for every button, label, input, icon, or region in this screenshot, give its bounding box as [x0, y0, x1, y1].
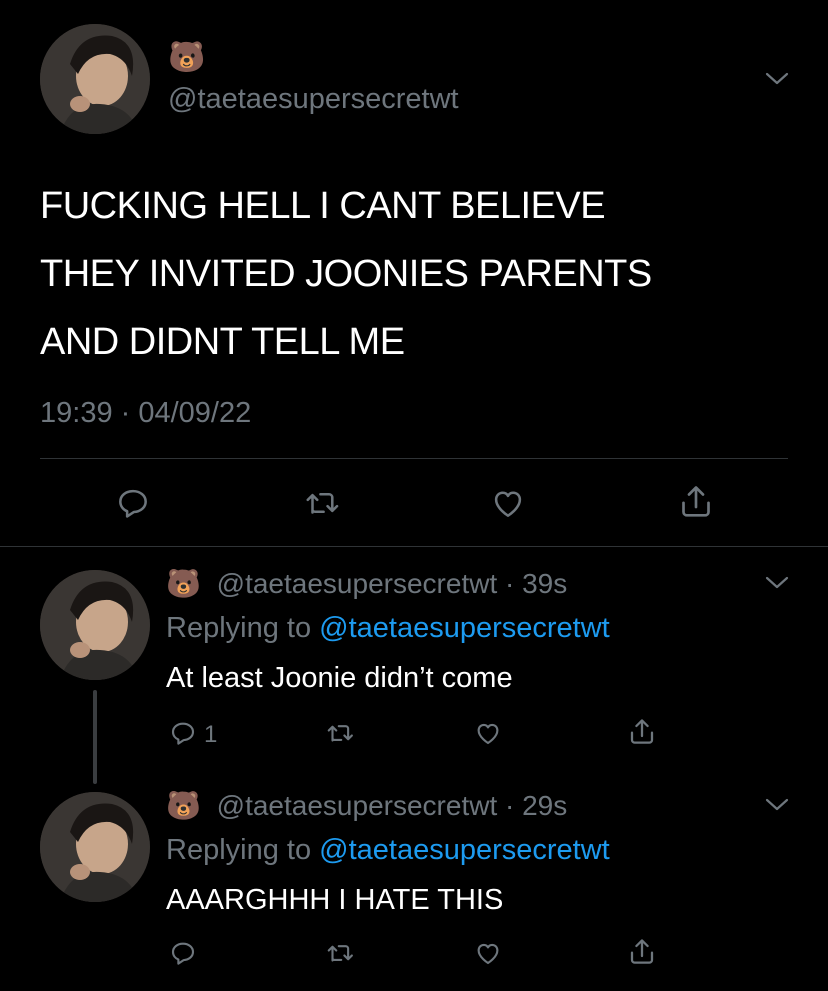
- reply-text: AAARGHHH I HATE THIS: [166, 884, 504, 916]
- avatar-photo: [40, 792, 150, 902]
- reply-icon[interactable]: [168, 718, 198, 748]
- like-icon[interactable]: [472, 718, 504, 748]
- retweet-icon[interactable]: [324, 718, 356, 748]
- reply-time: · 29s: [505, 790, 568, 821]
- display-name: 🐻: [166, 790, 201, 821]
- display-name: 🐻: [168, 41, 206, 74]
- handle[interactable]: @taetaesupersecretwt: [217, 790, 498, 821]
- tweet-text: FUCKING HELL I CANT BELIEVE THEY INVITED…: [40, 172, 652, 376]
- reply-header: 🐻 @taetaesupersecretwt · 39s: [166, 566, 567, 602]
- reply-header: 🐻 @taetaesupersecretwt · 29s: [166, 788, 567, 824]
- share-icon[interactable]: [626, 716, 658, 748]
- display-name: 🐻: [166, 568, 201, 599]
- section-divider: [0, 546, 828, 547]
- retweet-icon[interactable]: [302, 484, 342, 522]
- replying-to-link[interactable]: @taetaesupersecretwt: [319, 834, 610, 866]
- reply-icon[interactable]: [114, 484, 152, 522]
- tweet-text-line: THEY INVITED JOONIES PARENTS: [40, 253, 652, 295]
- replying-to: Replying to @taetaesupersecretwt: [166, 610, 610, 646]
- thread-line: [93, 690, 97, 784]
- chevron-down-icon[interactable]: [762, 790, 792, 820]
- chevron-down-icon[interactable]: [762, 64, 792, 94]
- share-icon[interactable]: [626, 936, 658, 968]
- tweet-text-line: AND DIDNT TELL ME: [40, 321, 405, 363]
- reply-text: At least Joonie didn’t come: [166, 662, 513, 694]
- avatar[interactable]: [40, 570, 150, 680]
- retweet-icon[interactable]: [324, 938, 356, 968]
- reply-icon[interactable]: [168, 938, 198, 968]
- replying-to-link[interactable]: @taetaesupersecretwt: [319, 612, 610, 644]
- replying-to-label: Replying to: [166, 612, 320, 644]
- reply-time: · 39s: [505, 568, 568, 599]
- avatar-photo: [40, 24, 150, 134]
- avatar[interactable]: [40, 24, 150, 134]
- chevron-down-icon[interactable]: [762, 568, 792, 598]
- timestamp[interactable]: 19:39 · 04/09/22: [40, 396, 251, 430]
- share-icon[interactable]: [676, 482, 716, 522]
- tweet-text-line: FUCKING HELL I CANT BELIEVE: [40, 185, 606, 227]
- reply-count: 1: [204, 721, 218, 748]
- replying-to-label: Replying to: [166, 834, 320, 866]
- avatar[interactable]: [40, 792, 150, 902]
- replying-to: Replying to @taetaesupersecretwt: [166, 832, 610, 868]
- like-icon[interactable]: [488, 484, 528, 522]
- handle[interactable]: @taetaesupersecretwt: [217, 568, 498, 599]
- avatar-photo: [40, 570, 150, 680]
- like-icon[interactable]: [472, 938, 504, 968]
- divider: [40, 458, 788, 459]
- handle[interactable]: @taetaesupersecretwt: [168, 82, 459, 116]
